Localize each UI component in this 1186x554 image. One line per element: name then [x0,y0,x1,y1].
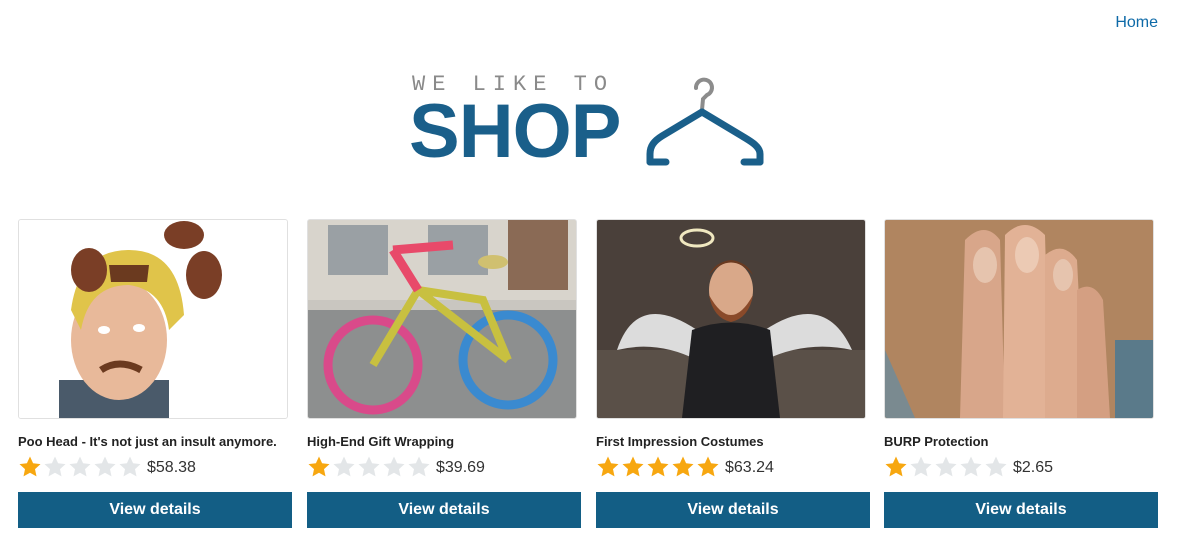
logo-wordmark: SHOP [409,89,621,174]
product-image[interactable] [18,219,288,419]
product-card: Poo Head - It's not just an insult anymo… [18,219,292,528]
star-filled-icon [647,456,669,477]
product-rating: $58.38 [18,455,292,479]
product-rating: $63.24 [596,455,870,479]
view-details-button[interactable]: View details [884,492,1158,528]
top-nav: Home [1115,14,1158,32]
star-empty-icon [383,456,405,477]
star-empty-icon [333,456,355,477]
product-image[interactable] [596,219,866,419]
product-photo-poo-head [19,220,287,418]
product-card: BURP Protection $2.65 View details [884,219,1158,528]
star-rating [18,455,143,479]
star-empty-icon [935,456,957,477]
product-title: High-End Gift Wrapping [307,434,455,449]
star-filled-icon [672,456,694,477]
star-empty-icon [960,456,982,477]
star-filled-icon [308,456,330,477]
site-logo[interactable]: WE LIKE TO SHOP [409,72,772,174]
star-filled-icon [885,456,907,477]
product-title: Poo Head - It's not just an insult anymo… [18,434,277,449]
product-photo-gift-wrapping [308,220,576,418]
product-price: $2.65 [1013,459,1054,476]
hanger-icon [646,77,764,166]
star-empty-icon [94,456,116,477]
view-details-button[interactable]: View details [18,492,292,528]
star-empty-icon [69,456,91,477]
product-price: $39.69 [436,459,485,476]
product-rating: $39.69 [307,455,581,479]
star-empty-icon [985,456,1007,477]
product-image[interactable] [884,219,1154,419]
view-details-button[interactable]: View details [596,492,870,528]
star-rating [307,455,432,479]
home-link[interactable]: Home [1115,14,1158,31]
product-photo-burp-protection [885,220,1153,418]
view-details-button[interactable]: View details [307,492,581,528]
star-empty-icon [910,456,932,477]
product-card: First Impression Costumes $63.24 View de… [596,219,870,528]
product-title: First Impression Costumes [596,434,764,449]
product-price: $63.24 [725,459,774,476]
star-empty-icon [358,456,380,477]
product-price: $58.38 [147,459,196,476]
star-rating [596,455,721,479]
product-rating: $2.65 [884,455,1158,479]
product-image[interactable] [307,219,577,419]
star-filled-icon [697,456,719,477]
star-empty-icon [119,456,141,477]
star-filled-icon [19,456,41,477]
star-rating [884,455,1009,479]
product-title: BURP Protection [884,434,989,449]
star-empty-icon [408,456,430,477]
product-card: High-End Gift Wrapping $39.69 View detai… [307,219,581,528]
product-photo-angel-costume [597,220,865,418]
star-empty-icon [44,456,66,477]
star-filled-icon [622,456,644,477]
star-filled-icon [597,456,619,477]
